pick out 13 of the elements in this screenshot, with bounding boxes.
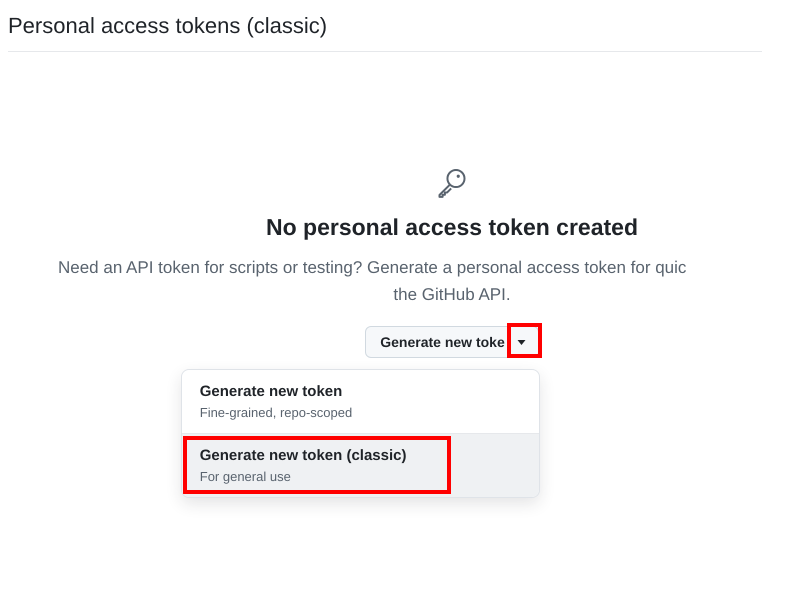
menu-item-description: For general use bbox=[200, 468, 292, 486]
caret-icon bbox=[516, 340, 526, 344]
menu-item[interactable]: Generate new token (classic) For general use bbox=[182, 433, 539, 497]
page-title: Personal access tokens (classic) bbox=[8, 12, 328, 40]
description-text: Need an API token for scripts or testing? Generate a personal access token for quic bbox=[57, 257, 686, 279]
generate-token-button[interactable]: Generate new toke bbox=[365, 326, 539, 358]
menu-item-title: Generate new token bbox=[200, 382, 344, 402]
description-text: the GitHub API. bbox=[393, 284, 511, 306]
menu-item[interactable]: Generate new token Fine-grained, repo-scoped bbox=[182, 370, 539, 433]
menu-item-title: Generate new token (classic) bbox=[200, 446, 408, 466]
key-icon bbox=[438, 169, 466, 198]
menu-item-description: Fine-grained, repo-scoped bbox=[200, 404, 354, 422]
empty-state-heading: No personal access token created bbox=[266, 213, 638, 242]
